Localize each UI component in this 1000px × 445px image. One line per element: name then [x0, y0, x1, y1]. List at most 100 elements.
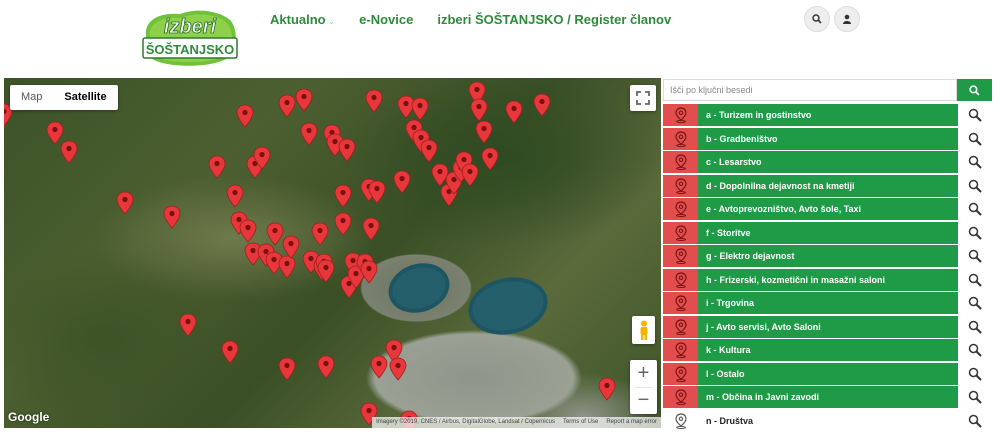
category-item[interactable]: j - Avto servisi, Avto Saloni: [663, 315, 992, 340]
map-marker[interactable]: [300, 122, 318, 146]
map-marker[interactable]: [60, 140, 78, 164]
zoom-out-button[interactable]: −: [630, 387, 657, 414]
map-marker[interactable]: [475, 120, 493, 144]
marker-body: [278, 357, 296, 381]
map-marker[interactable]: [505, 100, 523, 124]
category-label: b - Gradbeništvo: [698, 127, 958, 150]
category-item[interactable]: k - Kultura: [663, 339, 992, 363]
category-zoom-button[interactable]: [958, 409, 992, 432]
marker-dot: [481, 125, 487, 132]
category-item[interactable]: e - Avtoprevozništvo, Avto šole, Taxi: [663, 198, 992, 222]
map-marker[interactable]: [46, 121, 64, 145]
map-marker[interactable]: [389, 357, 407, 381]
category-item[interactable]: g - Elektro dejavnost: [663, 245, 992, 269]
map-marker[interactable]: [365, 89, 383, 113]
map-marker[interactable]: [221, 340, 239, 364]
map-marker[interactable]: [116, 191, 134, 215]
category-item[interactable]: c - Lesarstvo: [663, 151, 992, 175]
header-search-button[interactable]: [804, 6, 830, 32]
category-zoom-button[interactable]: [958, 268, 992, 291]
keyword-search-input[interactable]: [663, 79, 957, 101]
map-marker[interactable]: [282, 235, 300, 259]
map-pin-icon: [674, 295, 687, 311]
marker-body: [368, 180, 386, 204]
map-marker[interactable]: [461, 163, 479, 187]
marker-dot: [272, 227, 278, 234]
map-type-map-button[interactable]: Map: [10, 85, 53, 110]
map-marker[interactable]: [481, 147, 499, 171]
category-item[interactable]: a - Turizem in gostinstvo: [663, 104, 992, 128]
category-zoom-button[interactable]: [958, 221, 992, 244]
fullscreen-button[interactable]: [630, 85, 656, 111]
marker-dot: [403, 100, 409, 107]
category-zoom-button[interactable]: [958, 174, 992, 197]
map-marker[interactable]: [278, 255, 296, 279]
marker-body: [221, 340, 239, 364]
category-item[interactable]: b - Gradbeništvo: [663, 127, 992, 152]
map-marker[interactable]: [179, 313, 197, 337]
map-marker[interactable]: [362, 217, 380, 241]
map-marker[interactable]: [334, 184, 352, 208]
category-zoom-button[interactable]: [958, 315, 992, 338]
street-view-pegman[interactable]: [632, 316, 655, 344]
map-marker[interactable]: [533, 93, 551, 117]
marker-dot: [368, 222, 374, 229]
category-zoom-button[interactable]: [958, 362, 992, 385]
category-item[interactable]: d - Dopolnilna dejavnost na kmetiji: [663, 174, 992, 199]
category-item[interactable]: f - Storitve: [663, 221, 992, 246]
site-logo[interactable]: izberi ŠOŠTANJSKO: [140, 6, 240, 68]
map-marker[interactable]: [360, 260, 378, 284]
nav-item-aktualno[interactable]: Aktualno ⌄: [270, 12, 335, 27]
category-zoom-button[interactable]: [958, 292, 992, 314]
terms-of-use-link[interactable]: Terms of Use: [563, 417, 598, 428]
marker-body: [365, 89, 383, 113]
map-marker[interactable]: [393, 170, 411, 194]
category-zoom-button[interactable]: [958, 151, 992, 173]
map-marker[interactable]: [236, 104, 254, 128]
header-user-button[interactable]: [834, 6, 860, 32]
map-marker[interactable]: [420, 139, 438, 163]
category-zoom-button[interactable]: [958, 104, 992, 126]
category-pin: [663, 339, 698, 361]
category-zoom-button[interactable]: [958, 245, 992, 267]
map-marker[interactable]: [278, 94, 296, 118]
map-marker[interactable]: [368, 180, 386, 204]
category-item[interactable]: n - Društva: [663, 409, 992, 434]
map-marker[interactable]: [317, 355, 335, 379]
map-marker[interactable]: [338, 138, 356, 162]
category-zoom-button[interactable]: [958, 386, 992, 408]
map-marker[interactable]: [266, 222, 284, 246]
marker-dot: [399, 175, 405, 182]
map-marker[interactable]: [226, 184, 244, 208]
category-item[interactable]: l - Ostalo: [663, 362, 992, 387]
zoom-in-button[interactable]: +: [630, 360, 657, 387]
category-zoom-button[interactable]: [958, 198, 992, 220]
fullscreen-icon: [636, 91, 650, 105]
magnifier-icon: [968, 155, 982, 169]
map-marker[interactable]: [278, 357, 296, 381]
map-marker[interactable]: [239, 219, 257, 243]
category-item[interactable]: h - Frizerski, kozmetični in masažni sal…: [663, 268, 992, 293]
map-marker[interactable]: [295, 88, 313, 112]
nav-item-e-novice[interactable]: e-Novice: [359, 12, 413, 27]
map-marker[interactable]: [598, 377, 616, 401]
map-marker[interactable]: [431, 163, 449, 187]
marker-body: [431, 163, 449, 187]
map-marker[interactable]: [334, 212, 352, 236]
map-type-satellite-button[interactable]: Satellite: [53, 85, 117, 110]
map-marker[interactable]: [411, 97, 429, 121]
map-marker[interactable]: [370, 355, 388, 379]
map-marker[interactable]: [470, 98, 488, 122]
category-item[interactable]: m - Občina in Javni zavodi: [663, 386, 992, 410]
map-marker[interactable]: [311, 222, 329, 246]
category-zoom-button[interactable]: [958, 339, 992, 361]
map-marker[interactable]: [208, 155, 226, 179]
map-marker[interactable]: [163, 205, 181, 229]
category-item[interactable]: i - Trgovina: [663, 292, 992, 316]
satellite-map[interactable]: Map Satellite + − Google Imagery ©2019, …: [4, 78, 661, 428]
category-zoom-button[interactable]: [958, 127, 992, 150]
report-error-link[interactable]: Report a map error: [606, 417, 657, 428]
nav-item-register[interactable]: izberi ŠOŠTANJSKO / Register članov: [437, 12, 671, 27]
keyword-search-button[interactable]: [957, 79, 992, 101]
map-marker[interactable]: [397, 95, 415, 119]
